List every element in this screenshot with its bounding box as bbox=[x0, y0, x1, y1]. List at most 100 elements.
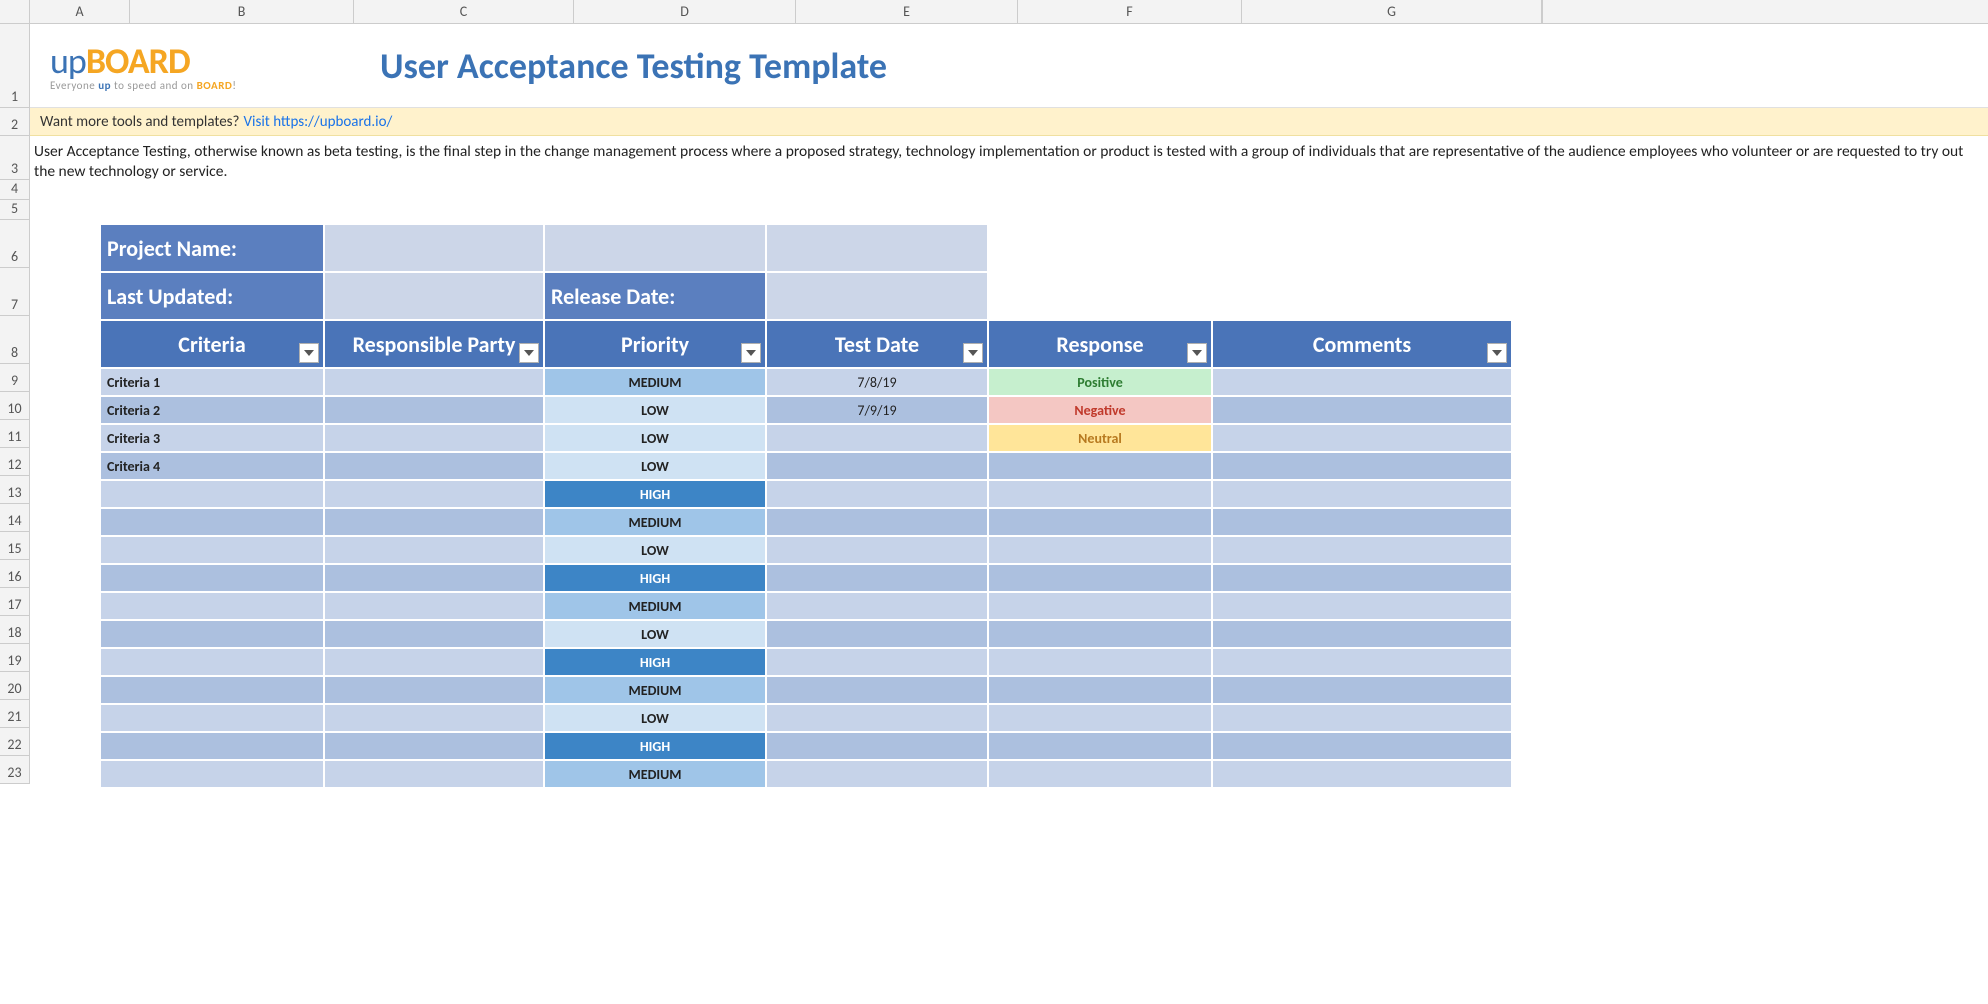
cell-response[interactable]: Neutral bbox=[988, 424, 1212, 452]
cell-criteria[interactable] bbox=[100, 704, 324, 732]
cell-comments[interactable] bbox=[1212, 732, 1512, 760]
row-header-18[interactable]: 18 bbox=[0, 616, 30, 644]
cell-priority[interactable]: MEDIUM bbox=[544, 508, 766, 536]
cell-test-date[interactable] bbox=[766, 704, 988, 732]
cell-criteria[interactable] bbox=[100, 732, 324, 760]
cell-test-date[interactable] bbox=[766, 424, 988, 452]
cell-comments[interactable] bbox=[1212, 564, 1512, 592]
cell-criteria[interactable] bbox=[100, 676, 324, 704]
cell-test-date[interactable] bbox=[766, 480, 988, 508]
cell-responsible[interactable] bbox=[324, 648, 544, 676]
select-all-corner[interactable] bbox=[0, 0, 30, 23]
cell-priority[interactable]: MEDIUM bbox=[544, 676, 766, 704]
cell-comments[interactable] bbox=[1212, 536, 1512, 564]
cell-test-date[interactable] bbox=[766, 732, 988, 760]
row-header-21[interactable]: 21 bbox=[0, 700, 30, 728]
row-header-2[interactable]: 2 bbox=[0, 108, 30, 136]
input-project-name[interactable] bbox=[324, 224, 544, 272]
cell-priority[interactable]: HIGH bbox=[544, 480, 766, 508]
cell-criteria[interactable] bbox=[100, 508, 324, 536]
input-release-date[interactable] bbox=[766, 272, 988, 320]
row-header-15[interactable]: 15 bbox=[0, 532, 30, 560]
cell-comments[interactable] bbox=[1212, 648, 1512, 676]
cell-response[interactable] bbox=[988, 620, 1212, 648]
cell-response[interactable] bbox=[988, 536, 1212, 564]
cell-criteria[interactable] bbox=[100, 480, 324, 508]
cell-criteria[interactable]: Criteria 3 bbox=[100, 424, 324, 452]
cell-comments[interactable] bbox=[1212, 676, 1512, 704]
cell-priority[interactable]: LOW bbox=[544, 620, 766, 648]
row-header-22[interactable]: 22 bbox=[0, 728, 30, 756]
row-header-17[interactable]: 17 bbox=[0, 588, 30, 616]
cell-test-date[interactable] bbox=[766, 760, 988, 788]
cell-priority[interactable]: HIGH bbox=[544, 564, 766, 592]
filter-comments-icon[interactable] bbox=[1487, 343, 1507, 363]
row-header-14[interactable]: 14 bbox=[0, 504, 30, 532]
cell-comments[interactable] bbox=[1212, 480, 1512, 508]
cell-responsible[interactable] bbox=[324, 760, 544, 788]
row-header-8[interactable]: 8 bbox=[0, 316, 30, 364]
cell-priority[interactable]: LOW bbox=[544, 536, 766, 564]
row-header-10[interactable]: 10 bbox=[0, 392, 30, 420]
cell-test-date[interactable]: 7/8/19 bbox=[766, 368, 988, 396]
cell-test-date[interactable] bbox=[766, 508, 988, 536]
cell-response[interactable] bbox=[988, 592, 1212, 620]
cell-responsible[interactable] bbox=[324, 564, 544, 592]
cell-test-date[interactable] bbox=[766, 564, 988, 592]
cell-priority[interactable]: MEDIUM bbox=[544, 368, 766, 396]
row-header-20[interactable]: 20 bbox=[0, 672, 30, 700]
cell-response[interactable] bbox=[988, 676, 1212, 704]
cell-test-date[interactable] bbox=[766, 676, 988, 704]
cell-comments[interactable] bbox=[1212, 368, 1512, 396]
blank-e6[interactable] bbox=[766, 224, 988, 272]
cell-comments[interactable] bbox=[1212, 620, 1512, 648]
cell-response[interactable] bbox=[988, 732, 1212, 760]
cell-responsible[interactable] bbox=[324, 732, 544, 760]
cell-comments[interactable] bbox=[1212, 760, 1512, 788]
cell-response[interactable]: Positive bbox=[988, 368, 1212, 396]
filter-responsible-icon[interactable] bbox=[519, 343, 539, 363]
cell-responsible[interactable] bbox=[324, 368, 544, 396]
cell-comments[interactable] bbox=[1212, 704, 1512, 732]
cell-responsible[interactable] bbox=[324, 480, 544, 508]
blank-d6[interactable] bbox=[544, 224, 766, 272]
cell-response[interactable] bbox=[988, 564, 1212, 592]
cell-test-date[interactable] bbox=[766, 620, 988, 648]
filter-criteria-icon[interactable] bbox=[299, 343, 319, 363]
cell-responsible[interactable] bbox=[324, 424, 544, 452]
cell-comments[interactable] bbox=[1212, 396, 1512, 424]
cell-priority[interactable]: LOW bbox=[544, 396, 766, 424]
cell-priority[interactable]: LOW bbox=[544, 424, 766, 452]
row-header-1[interactable]: 1 bbox=[0, 24, 30, 108]
cell-responsible[interactable] bbox=[324, 676, 544, 704]
cell-comments[interactable] bbox=[1212, 508, 1512, 536]
column-header-a[interactable]: A bbox=[30, 0, 130, 23]
row-header-11[interactable]: 11 bbox=[0, 420, 30, 448]
cell-comments[interactable] bbox=[1212, 452, 1512, 480]
cell-response[interactable] bbox=[988, 452, 1212, 480]
cell-criteria[interactable] bbox=[100, 536, 324, 564]
column-header-d[interactable]: D bbox=[574, 0, 796, 23]
cell-responsible[interactable] bbox=[324, 508, 544, 536]
cell-response[interactable] bbox=[988, 508, 1212, 536]
cell-criteria[interactable] bbox=[100, 648, 324, 676]
cell-responsible[interactable] bbox=[324, 536, 544, 564]
cell-criteria[interactable] bbox=[100, 592, 324, 620]
filter-priority-icon[interactable] bbox=[741, 343, 761, 363]
cell-responsible[interactable] bbox=[324, 396, 544, 424]
banner-link[interactable]: Visit https://upboard.io/ bbox=[244, 113, 393, 131]
cell-comments[interactable] bbox=[1212, 424, 1512, 452]
cell-responsible[interactable] bbox=[324, 704, 544, 732]
cell-response[interactable]: Negative bbox=[988, 396, 1212, 424]
column-header-g[interactable]: G bbox=[1242, 0, 1542, 23]
cell-criteria[interactable] bbox=[100, 620, 324, 648]
cell-responsible[interactable] bbox=[324, 592, 544, 620]
row-header-19[interactable]: 19 bbox=[0, 644, 30, 672]
cell-response[interactable] bbox=[988, 760, 1212, 788]
row-header-12[interactable]: 12 bbox=[0, 448, 30, 476]
column-header-b[interactable]: B bbox=[130, 0, 354, 23]
cell-test-date[interactable] bbox=[766, 648, 988, 676]
cell-criteria[interactable]: Criteria 1 bbox=[100, 368, 324, 396]
cell-response[interactable] bbox=[988, 648, 1212, 676]
cell-test-date[interactable] bbox=[766, 536, 988, 564]
